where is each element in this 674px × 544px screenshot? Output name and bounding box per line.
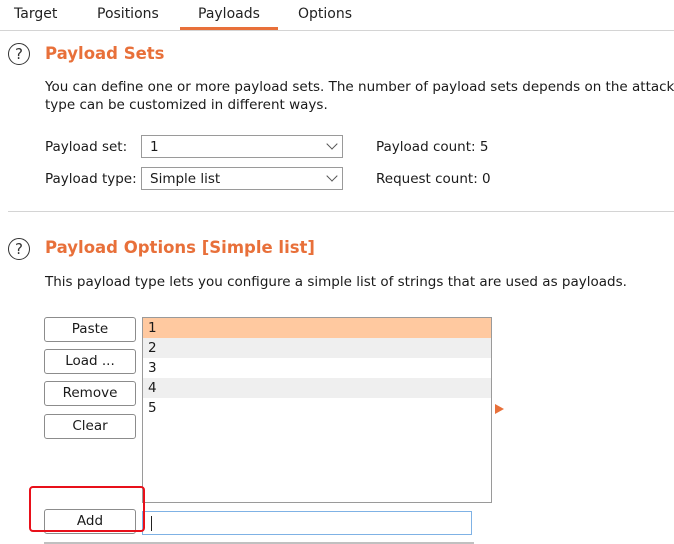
payload-type-value: Simple list [150, 171, 221, 187]
tab-bar: Target Positions Payloads Options [0, 0, 674, 31]
payload-type-select[interactable]: Simple list [141, 167, 343, 190]
payload-set-select[interactable]: 1 [141, 135, 343, 158]
payload-sets-description-line2: type can be customized in different ways… [45, 97, 328, 113]
payload-sets-description-line1: You can define one or more payload sets.… [45, 79, 674, 95]
payload-count: Payload count: 5 [376, 139, 489, 155]
expand-arrow-icon[interactable] [495, 404, 504, 414]
tab-options[interactable]: Options [298, 0, 352, 29]
list-item[interactable]: 2 [143, 338, 491, 358]
payload-sets-title: Payload Sets [45, 44, 165, 63]
request-count: Request count: 0 [376, 171, 491, 187]
payload-list[interactable]: 1 2 3 4 5 [142, 317, 492, 503]
help-icon[interactable]: ? [8, 43, 30, 65]
section-divider [8, 211, 674, 212]
payload-options-title: Payload Options [Simple list] [45, 238, 315, 257]
list-item[interactable]: 5 [143, 398, 491, 418]
list-item[interactable]: 3 [143, 358, 491, 378]
paste-button[interactable]: Paste [44, 317, 136, 342]
payload-options-description: This payload type lets you configure a s… [45, 274, 627, 290]
load-button[interactable]: Load ... [44, 349, 136, 374]
text-caret [151, 516, 152, 531]
clear-button[interactable]: Clear [44, 414, 136, 439]
highlight-annotation [29, 486, 145, 532]
chevron-down-icon [326, 170, 338, 182]
help-icon[interactable]: ? [8, 238, 30, 260]
list-item[interactable]: 4 [143, 378, 491, 398]
chevron-down-icon [326, 138, 338, 150]
add-item-input[interactable] [142, 511, 472, 535]
tab-target[interactable]: Target [14, 0, 57, 29]
payload-set-value: 1 [150, 139, 159, 155]
list-item[interactable]: 1 [143, 318, 491, 338]
tab-payloads[interactable]: Payloads [180, 0, 278, 30]
payload-set-label: Payload set: [45, 139, 128, 155]
payload-type-label: Payload type: [45, 171, 137, 187]
tab-positions[interactable]: Positions [97, 0, 159, 29]
remove-button[interactable]: Remove [44, 381, 136, 406]
